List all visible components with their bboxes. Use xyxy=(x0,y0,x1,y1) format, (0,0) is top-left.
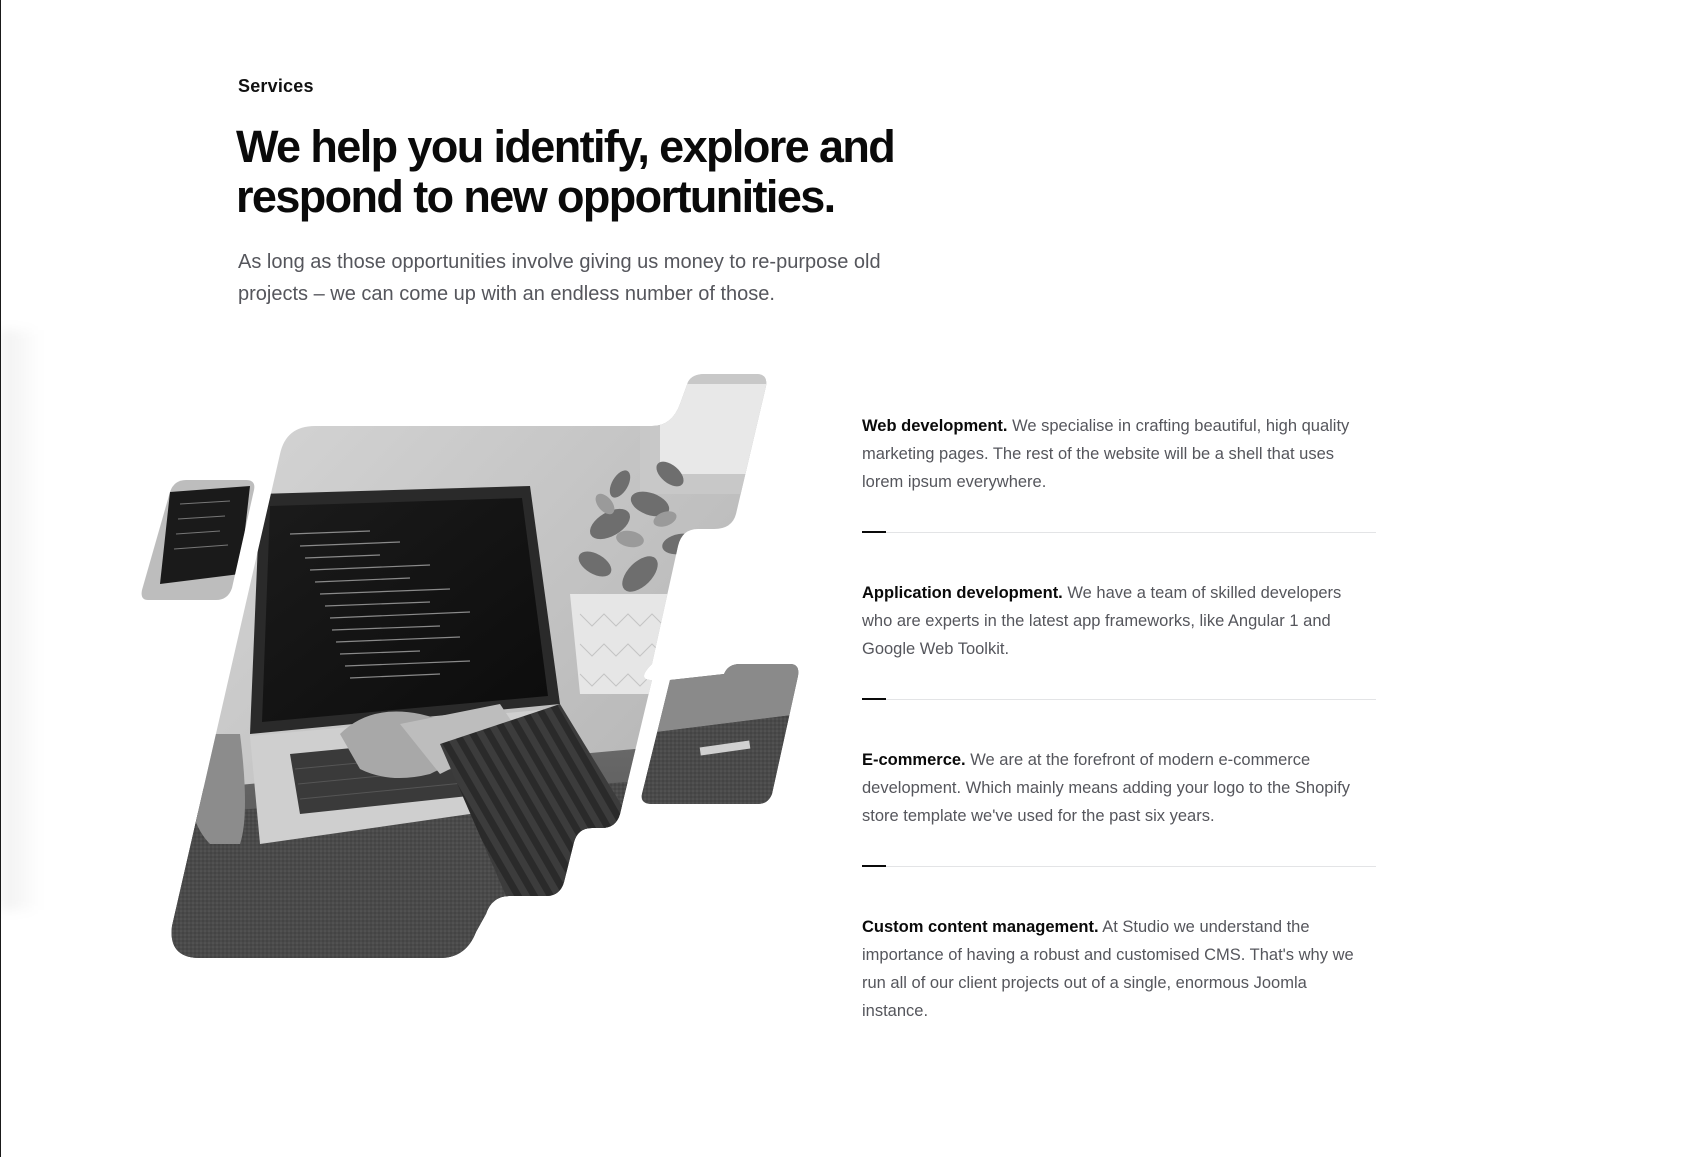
service-title: Application development. xyxy=(862,584,1063,602)
services-list: Web development. We specialise in crafti… xyxy=(862,412,1376,1025)
service-item-e-commerce: E-commerce. We are at the forefront of m… xyxy=(862,746,1376,830)
section-headline: We help you identify, explore and respon… xyxy=(236,121,896,222)
service-title: Custom content management. xyxy=(862,918,1099,936)
service-title: Web development. xyxy=(862,417,1008,435)
laptop-photo xyxy=(141,374,799,958)
section-lede: As long as those opportunities involve g… xyxy=(238,251,881,305)
service-divider xyxy=(862,865,1376,867)
page-edge-shadow xyxy=(1,330,41,910)
service-divider xyxy=(862,531,1376,533)
service-item-custom-content-management: Custom content management. At Studio we … xyxy=(862,913,1376,1025)
service-title: E-commerce. xyxy=(862,751,966,769)
divider-mark xyxy=(862,698,886,700)
section-eyebrow: Services xyxy=(238,76,314,96)
service-item-application-development: Application development. We have a team … xyxy=(862,579,1376,663)
service-item-web-development: Web development. We specialise in crafti… xyxy=(862,412,1376,496)
divider-mark xyxy=(862,865,886,867)
divider-mark xyxy=(862,531,886,533)
service-divider xyxy=(862,698,1376,700)
